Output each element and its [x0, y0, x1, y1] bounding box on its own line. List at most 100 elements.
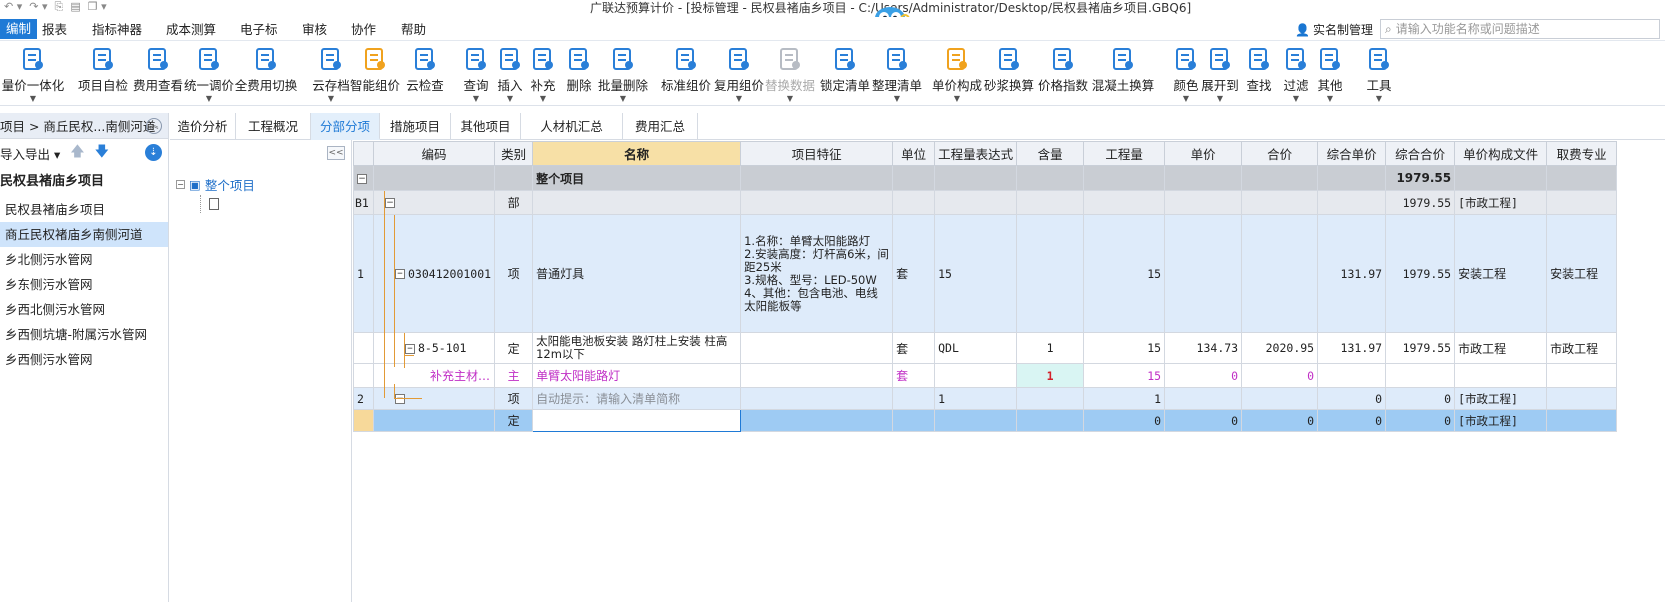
project-item-6[interactable]: 乡西侧污水管网: [0, 347, 168, 372]
table-row-quota[interactable]: −8-5-101 定 太阳能电池板安装 路灯柱上安装 柱高12m以下 套 QDL…: [353, 332, 1618, 364]
cell-total[interactable]: 0: [1385, 409, 1456, 432]
menu-edit[interactable]: 编制: [0, 19, 38, 39]
col-unit-total[interactable]: 综合单价: [1317, 141, 1387, 166]
cell-qty[interactable]: [1083, 190, 1166, 215]
project-item-1[interactable]: 商丘民权褚庙乡南侧河道: [0, 222, 168, 247]
dropdown-arrow-icon[interactable]: ▼: [894, 95, 900, 103]
cell-price[interactable]: [1164, 190, 1243, 215]
dropdown-arrow-icon[interactable]: ▼: [1376, 95, 1382, 103]
cell-expr[interactable]: 15: [934, 214, 1018, 333]
cell-qty[interactable]: 1: [1083, 387, 1166, 410]
table-row-item[interactable]: 1 −030412001001 项 普通灯具 1.名称：单臂太阳能路灯 2.安装…: [353, 214, 1618, 333]
toolbar-button-4[interactable]: 全费用切换: [235, 44, 297, 104]
cell-name[interactable]: 太阳能电池板安装 路灯柱上安装 柱高12m以下: [532, 332, 742, 364]
tab-4[interactable]: 其他项目: [451, 113, 521, 140]
cell-fee[interactable]: [1546, 387, 1618, 410]
col-file[interactable]: 单价构成文件: [1454, 141, 1548, 166]
cell-unit[interactable]: 套: [892, 332, 936, 364]
cell-name[interactable]: 单臂太阳能路灯: [532, 363, 742, 388]
cell-unit[interactable]: 套: [892, 363, 936, 388]
table-row-root[interactable]: − 整个项目 1979.55: [353, 165, 1618, 191]
cell-total[interactable]: 1979.55: [1385, 165, 1456, 191]
cell-unit-total[interactable]: [1317, 190, 1387, 215]
tab-2[interactable]: 分部分项: [311, 113, 380, 140]
tab-6[interactable]: 费用汇总: [623, 113, 698, 140]
collapse-tree-button[interactable]: <<: [327, 146, 345, 160]
cell-feature[interactable]: [740, 387, 894, 410]
cell-qty[interactable]: [1083, 165, 1166, 191]
cell-total[interactable]: 1979.55: [1385, 190, 1456, 215]
toolbar-button-18[interactable]: 单价构成 ▼: [927, 44, 987, 104]
cell-content[interactable]: [1016, 387, 1085, 410]
cell-seq[interactable]: [353, 363, 374, 388]
cell-type[interactable]: 主: [494, 363, 534, 388]
project-item-0[interactable]: 民权县褚庙乡项目: [0, 197, 168, 222]
cell-seq[interactable]: 1: [353, 214, 374, 333]
cell-fee[interactable]: [1546, 165, 1618, 191]
cell-expr[interactable]: [934, 190, 1018, 215]
menu-collab[interactable]: 协作: [351, 20, 376, 40]
cell-content[interactable]: [1016, 190, 1085, 215]
cell-price[interactable]: [1164, 387, 1243, 410]
cell-name[interactable]: 自动提示：请输入清单简称: [532, 387, 742, 410]
cell-feature[interactable]: 1.名称：单臂太阳能路灯 2.安装高度：灯杆高6米，间距25米 3.规格、型号：…: [740, 214, 894, 333]
cell-qty[interactable]: 15: [1083, 363, 1166, 388]
cell-content[interactable]: 1: [1016, 332, 1085, 364]
cell-seq[interactable]: B1: [353, 190, 374, 215]
cell-total[interactable]: 1979.55: [1385, 332, 1456, 364]
cell-code[interactable]: 补充主材…: [372, 363, 496, 388]
cell-amount[interactable]: 0: [1241, 409, 1319, 432]
download-icon[interactable]: ⇣: [145, 144, 162, 161]
cell-feature[interactable]: [740, 332, 894, 364]
dropdown-arrow-icon[interactable]: ▼: [30, 95, 36, 103]
cell-feature[interactable]: [740, 363, 894, 388]
col-amount[interactable]: 合价: [1241, 141, 1319, 166]
collapse-up-icon[interactable]: ︽: [146, 118, 162, 134]
cell-type[interactable]: 项: [494, 214, 534, 333]
cell-feature[interactable]: [740, 190, 894, 215]
cell-unit[interactable]: [892, 165, 936, 191]
cell-expr[interactable]: QDL: [934, 332, 1018, 364]
dropdown-arrow-icon[interactable]: ▼: [1327, 95, 1333, 103]
col-feature[interactable]: 项目特征: [740, 141, 894, 166]
project-item-3[interactable]: 乡东侧污水管网: [0, 272, 168, 297]
cell-amount[interactable]: [1241, 165, 1319, 191]
cell-name[interactable]: [532, 190, 742, 215]
cell-qty[interactable]: 0: [1083, 409, 1166, 432]
toolbar-button-19[interactable]: 砂浆换算: [979, 44, 1039, 104]
cell-file[interactable]: [1454, 165, 1548, 191]
cell-total[interactable]: [1385, 363, 1456, 388]
menu-e-bid[interactable]: 电子标: [240, 20, 278, 40]
import-export-button[interactable]: 导入导出 ▾: [0, 144, 60, 163]
cell-fee[interactable]: [1546, 363, 1618, 388]
dropdown-arrow-icon[interactable]: ▼: [540, 95, 546, 103]
toolbar-button-15[interactable]: 替换数据 ▼: [760, 44, 820, 104]
cell-expr[interactable]: [934, 409, 1018, 432]
cell-content[interactable]: [1016, 214, 1085, 333]
cell-qty[interactable]: 15: [1083, 214, 1166, 333]
cell-code[interactable]: −: [372, 387, 496, 410]
realname-button[interactable]: 👤 实名制管理: [1295, 20, 1373, 40]
undo-icon[interactable]: ↶ ▾: [4, 0, 22, 14]
toolbar-button-13[interactable]: 标准组价: [656, 44, 716, 104]
cell-unit-total[interactable]: [1317, 363, 1387, 388]
table-row-division[interactable]: B1 − 部 1979.55 [市政工程]: [353, 190, 1618, 215]
cell-price[interactable]: 0: [1164, 363, 1243, 388]
cell-content[interactable]: 1: [1016, 363, 1085, 388]
cell-type[interactable]: 定: [494, 409, 534, 432]
cell-name-editor[interactable]: [532, 409, 742, 432]
dropdown-arrow-icon[interactable]: ▼: [328, 95, 334, 103]
cell-amount[interactable]: [1241, 190, 1319, 215]
cell-unit-total[interactable]: [1317, 165, 1387, 191]
menu-index-tool[interactable]: 指标神器: [92, 20, 142, 40]
cell-content[interactable]: [1016, 409, 1085, 432]
tree-child-node[interactable]: [200, 195, 219, 213]
dropdown-arrow-icon[interactable]: ▼: [206, 95, 212, 103]
cell-unit-total[interactable]: 0: [1317, 387, 1387, 410]
col-unit[interactable]: 单位: [892, 141, 936, 166]
cell-type[interactable]: 部: [494, 190, 534, 215]
cell-type[interactable]: 定: [494, 332, 534, 364]
toolbar-button-3[interactable]: 统一调价 ▼: [179, 44, 239, 104]
col-qty[interactable]: 工程量: [1083, 141, 1166, 166]
col-type[interactable]: 类别: [494, 141, 534, 166]
